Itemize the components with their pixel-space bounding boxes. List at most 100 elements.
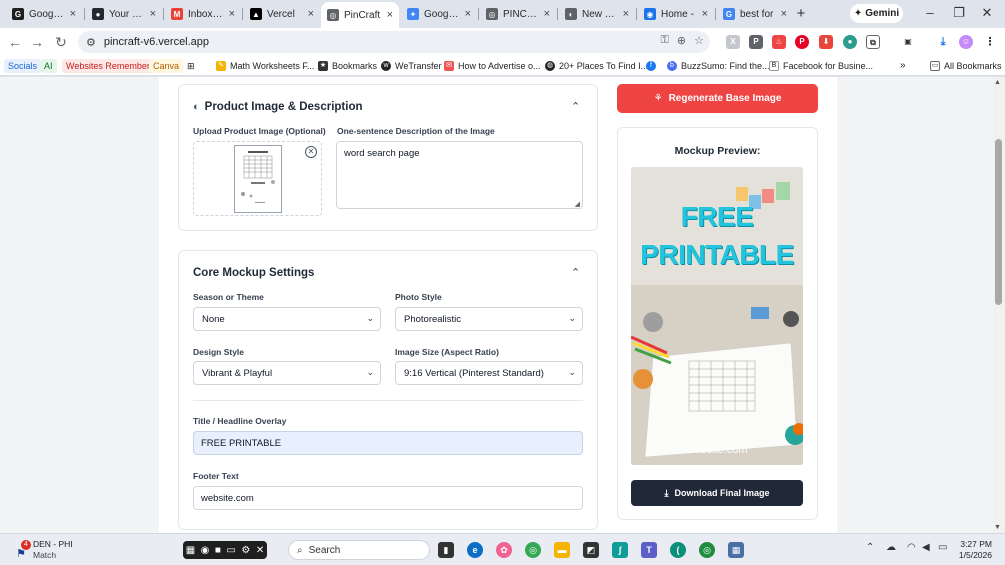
extension-cup-icon[interactable]: ♨: [772, 35, 786, 49]
back-icon[interactable]: ←: [6, 33, 24, 51]
camera-icon[interactable]: ◉: [201, 545, 210, 556]
profile-avatar[interactable]: ☺: [959, 35, 973, 49]
extension-circle-icon[interactable]: ●: [843, 35, 857, 49]
facebook-icon[interactable]: f: [646, 59, 660, 73]
close-icon[interactable]: ×: [229, 8, 235, 20]
download-final-image-button[interactable]: ⤓ Download Final Image: [631, 480, 803, 506]
capture-toolbar[interactable]: ▦ ◉ ■ ▭ ⚙ ✕: [183, 541, 267, 559]
password-key-icon[interactable]: ⚿: [661, 34, 669, 47]
tab-gmail[interactable]: M Inbox (29 ×: [165, 3, 241, 25]
close-icon[interactable]: ×: [387, 9, 393, 21]
window-close-icon[interactable]: ✕: [978, 5, 996, 21]
tab-pincraft-2[interactable]: ◎ PINCRAF ×: [480, 3, 556, 25]
menu-icon[interactable]: ⋮: [983, 35, 997, 49]
file-explorer-icon[interactable]: ▬: [554, 542, 570, 558]
core-section-header[interactable]: Core Mockup Settings: [193, 267, 314, 279]
chat-app-icon[interactable]: (: [670, 542, 686, 558]
gemini-button[interactable]: ✦ Gemini: [850, 4, 903, 23]
apps-grid-icon[interactable]: ⊞: [187, 59, 195, 73]
teams-icon[interactable]: T: [641, 542, 657, 558]
settings-gear-icon[interactable]: ⚙: [241, 545, 250, 556]
bookmark-folder-canva[interactable]: Canva: [149, 59, 184, 73]
bookmarks-overflow-chevron-icon[interactable]: »: [900, 59, 906, 73]
sticky-notes-icon[interactable]: ◩: [583, 542, 599, 558]
headline-input[interactable]: FREE PRINTABLE: [193, 431, 583, 455]
forward-icon[interactable]: →: [28, 33, 46, 51]
description-textarea[interactable]: word search page ◢: [336, 141, 583, 209]
edge-icon[interactable]: e: [467, 542, 483, 558]
scrollbar-thumb[interactable]: [995, 139, 1002, 305]
extensions-puzzle-icon[interactable]: ⧉: [866, 35, 880, 49]
photo-style-select[interactable]: Photorealistic ⌄: [395, 307, 583, 331]
tab-google-gemini[interactable]: ✦ Google G ×: [401, 3, 477, 25]
chevron-up-icon[interactable]: ⌃: [571, 100, 580, 113]
footer-input[interactable]: website.com: [193, 486, 583, 510]
tab-github[interactable]: ● Your Rep ×: [86, 3, 162, 25]
weather-widget-icon[interactable]: ⚑ 4: [16, 540, 31, 560]
chrome-icon[interactable]: ◎: [525, 542, 541, 558]
close-icon[interactable]: ×: [702, 8, 708, 20]
clock-time[interactable]: 3:27 PM: [958, 539, 992, 549]
bookmark-star-icon[interactable]: ☆: [694, 34, 704, 47]
extension-p-icon[interactable]: P: [749, 35, 763, 49]
tab-best-for[interactable]: G best for ×: [717, 3, 793, 25]
tab-google-ads[interactable]: G Google A ×: [6, 3, 82, 25]
copilot-icon[interactable]: ✿: [496, 542, 512, 558]
bookmark-folder-ai[interactable]: AI: [40, 59, 57, 73]
bookmark-facebook-business[interactable]: B Facebook for Busine...: [769, 59, 873, 73]
onedrive-icon[interactable]: ☁: [886, 542, 896, 553]
video-icon[interactable]: ■: [215, 545, 221, 556]
tray-overflow-chevron-icon[interactable]: ⌃: [866, 542, 874, 553]
minimize-icon[interactable]: –: [921, 5, 939, 20]
pinterest-icon[interactable]: P: [795, 35, 809, 49]
extension-x-icon[interactable]: X: [726, 35, 740, 49]
product-image-dropzone[interactable]: ✕: [193, 141, 322, 216]
weather-title[interactable]: DEN - PHI: [33, 539, 73, 549]
bookmark-math-worksheets[interactable]: ✎ Math Worksheets F...: [216, 59, 314, 73]
task-view-icon[interactable]: ▮: [438, 542, 454, 558]
bookmark-wetransfer[interactable]: w WeTransfer: [381, 59, 442, 73]
product-section-header[interactable]: ◐ Product Image & Description: [193, 101, 363, 113]
bookmark-advertise[interactable]: ✉ How to Advertise o...: [444, 59, 541, 73]
chevron-up-icon[interactable]: ⌃: [571, 266, 580, 279]
address-bar[interactable]: ⚙ pincraft-v6.vercel.app ⚿ ⊕ ☆: [78, 31, 710, 53]
bookmark-folder-websites[interactable]: Websites Remember: [62, 59, 154, 73]
pen-app-icon[interactable]: ʃ: [612, 542, 628, 558]
close-icon[interactable]: ✕: [256, 545, 264, 556]
zoom-icon[interactable]: ⊕: [677, 34, 686, 47]
scroll-down-icon[interactable]: ▼: [994, 524, 1001, 531]
calculator-icon[interactable]: ▦: [728, 542, 744, 558]
window-icon[interactable]: ▭: [226, 545, 235, 556]
image-size-select[interactable]: 9:16 Vertical (Pinterest Standard) ⌄: [395, 361, 583, 385]
bookmark-20-places[interactable]: ◍ 20+ Places To Find I...: [545, 59, 648, 73]
bookmark-bookmarks[interactable]: ★ Bookmarks: [318, 59, 377, 73]
scroll-up-icon[interactable]: ▲: [994, 79, 1001, 86]
extension-download-icon[interactable]: ⬇: [819, 35, 833, 49]
close-icon[interactable]: ×: [150, 8, 156, 20]
close-icon[interactable]: ×: [308, 8, 314, 20]
design-style-select[interactable]: Vibrant & Playful ⌄: [193, 361, 381, 385]
media-icon[interactable]: ▣: [901, 35, 915, 49]
battery-icon[interactable]: ▭: [938, 542, 947, 553]
close-icon[interactable]: ×: [623, 8, 629, 20]
season-select[interactable]: None ⌄: [193, 307, 381, 331]
close-icon[interactable]: ×: [465, 8, 471, 20]
grid-icon[interactable]: ▦: [186, 545, 195, 556]
taskbar-search[interactable]: ⌕ Search: [288, 540, 430, 560]
chrome-profile-icon[interactable]: ◎: [699, 542, 715, 558]
volume-icon[interactable]: ◀: [922, 542, 930, 553]
wifi-icon[interactable]: ◠: [907, 542, 916, 553]
site-info-icon[interactable]: ⚙: [86, 36, 96, 49]
reload-icon[interactable]: ↻: [52, 33, 70, 51]
remove-image-icon[interactable]: ✕: [305, 146, 317, 158]
tab-home[interactable]: ◉ Home - ×: [638, 3, 714, 25]
tab-vercel[interactable]: ▲ Vercel ×: [244, 3, 320, 25]
new-tab-button[interactable]: +: [792, 5, 810, 23]
close-icon[interactable]: ×: [544, 8, 550, 20]
page-scrollbar[interactable]: ▲ ▼: [993, 77, 1005, 533]
all-bookmarks-folder[interactable]: ▭ All Bookmarks: [930, 59, 1002, 73]
resize-handle-icon[interactable]: ◢: [575, 200, 580, 208]
bookmark-folder-socials[interactable]: Socials: [4, 59, 42, 73]
clock-date[interactable]: 1/5/2026: [958, 550, 992, 560]
downloads-icon[interactable]: ⤓: [936, 35, 950, 49]
